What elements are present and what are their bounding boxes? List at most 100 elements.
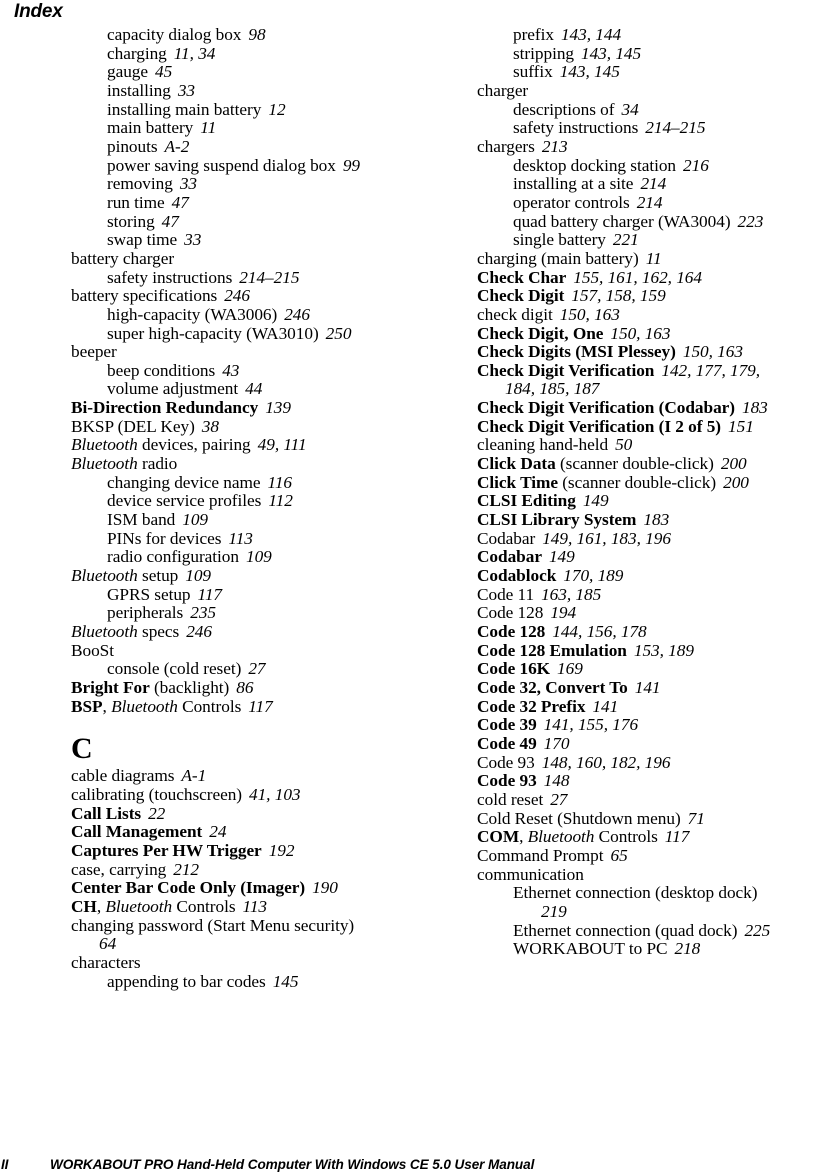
- index-entry[interactable]: swap time 33: [71, 230, 427, 250]
- index-entry[interactable]: cold reset 27: [477, 790, 829, 810]
- index-entry-page-numbers[interactable]: 109: [239, 547, 272, 567]
- index-entry[interactable]: 64: [71, 934, 427, 954]
- index-entry[interactable]: desktop docking station 216: [477, 156, 829, 176]
- index-entry[interactable]: descriptions of 34: [477, 100, 829, 120]
- index-entry[interactable]: Check Digit Verification (I 2 of 5) 151: [477, 417, 829, 437]
- index-entry[interactable]: quad battery charger (WA3004) 223: [477, 212, 829, 232]
- index-entry-page-numbers[interactable]: 200: [714, 454, 747, 473]
- index-entry[interactable]: power saving suspend dialog box 99: [71, 156, 427, 176]
- index-entry[interactable]: Call Lists 22: [71, 804, 427, 824]
- index-entry-page-numbers[interactable]: 112: [261, 491, 293, 511]
- index-entry-page-numbers[interactable]: 117: [658, 827, 690, 846]
- index-entry-page-numbers[interactable]: 214: [633, 174, 666, 193]
- index-entry[interactable]: appending to bar codes 145: [71, 972, 427, 992]
- index-entry[interactable]: super high-capacity (WA3010) 250: [71, 324, 427, 344]
- index-entry-page-numbers[interactable]: 192: [262, 841, 295, 860]
- index-entry-page-numbers[interactable]: 150, 163: [603, 324, 670, 343]
- index-entry[interactable]: Bluetooth specs 246: [71, 622, 427, 642]
- index-entry-page-numbers[interactable]: 246: [277, 305, 310, 324]
- index-entry-page-numbers[interactable]: 150, 163: [676, 342, 743, 361]
- index-entry[interactable]: main battery 11: [71, 118, 427, 138]
- index-entry-page-numbers[interactable]: 223: [731, 212, 764, 231]
- index-entry[interactable]: Code 128 Emulation 153, 189: [477, 641, 829, 661]
- index-entry-page-numbers[interactable]: 148: [537, 771, 570, 790]
- index-entry[interactable]: peripherals 235: [71, 604, 427, 623]
- index-entry-page-numbers[interactable]: 214–215: [638, 118, 705, 137]
- index-entry-page-numbers[interactable]: 183: [735, 398, 768, 417]
- index-entry[interactable]: battery specifications 246: [71, 286, 427, 306]
- index-entry[interactable]: charging 11, 34: [71, 44, 427, 64]
- index-entry[interactable]: beeper: [71, 342, 427, 362]
- index-entry[interactable]: 219: [477, 902, 829, 922]
- index-entry[interactable]: WORKABOUT to PC 218: [477, 939, 829, 959]
- index-entry-page-numbers[interactable]: 98: [241, 25, 265, 44]
- index-entry[interactable]: beep conditions 43: [71, 361, 427, 381]
- index-entry[interactable]: Call Management 24: [71, 822, 427, 842]
- index-entry[interactable]: Code 49 170: [477, 734, 829, 754]
- index-entry[interactable]: Check Digit Verification 142, 177, 179,: [477, 361, 829, 381]
- index-entry[interactable]: capacity dialog box 98: [71, 25, 427, 45]
- index-entry[interactable]: Code 93 148: [477, 771, 829, 791]
- index-entry[interactable]: run time 47: [71, 193, 427, 213]
- index-entry[interactable]: Check Digit Verification (Codabar) 183: [477, 398, 829, 418]
- index-entry-page-numbers[interactable]: 109: [178, 566, 211, 585]
- index-entry[interactable]: cleaning hand-held 50: [477, 436, 829, 455]
- index-entry-page-numbers[interactable]: 169: [550, 659, 583, 678]
- index-entry-page-numbers[interactable]: 221: [606, 230, 639, 249]
- index-entry[interactable]: Codablock 170, 189: [477, 566, 829, 586]
- index-entry[interactable]: Captures Per HW Trigger 192: [71, 841, 427, 861]
- index-entry-page-numbers[interactable]: 86: [229, 678, 253, 697]
- index-entry[interactable]: installing main battery 12: [71, 100, 427, 120]
- index-entry[interactable]: pinouts A-2: [71, 137, 427, 157]
- index-entry-page-numbers[interactable]: 139: [258, 398, 291, 417]
- index-entry[interactable]: changing device name 116: [71, 473, 427, 493]
- index-entry[interactable]: Check Digits (MSI Plessey) 150, 163: [477, 342, 829, 362]
- index-entry[interactable]: Cold Reset (Shutdown menu) 71: [477, 809, 829, 829]
- index-entry[interactable]: radio configuration 109: [71, 548, 427, 567]
- index-entry[interactable]: Bluetooth devices, pairing 49, 111: [71, 436, 427, 455]
- index-entry-page-numbers[interactable]: A-1: [174, 766, 206, 785]
- index-entry[interactable]: battery charger: [71, 249, 427, 269]
- index-entry-page-numbers[interactable]: A-2: [158, 137, 190, 156]
- index-entry-page-numbers[interactable]: 149, 161, 183, 196: [535, 529, 671, 548]
- index-entry-page-numbers[interactable]: 246: [217, 286, 250, 305]
- index-entry[interactable]: communication: [477, 865, 829, 885]
- index-entry[interactable]: cable diagrams A-1: [71, 766, 427, 786]
- index-entry-page-numbers[interactable]: 250: [319, 324, 352, 343]
- index-entry-page-numbers[interactable]: 149: [576, 491, 609, 511]
- index-entry[interactable]: operator controls 214: [477, 193, 829, 213]
- index-entry[interactable]: Bright For (backlight) 86: [71, 678, 427, 698]
- index-entry-page-numbers[interactable]: 65: [604, 846, 628, 865]
- index-entry-page-numbers[interactable]: 246: [179, 622, 212, 641]
- index-entry-page-numbers[interactable]: 34: [614, 100, 638, 119]
- index-entry-page-numbers[interactable]: 38: [195, 417, 219, 436]
- index-entry-page-numbers[interactable]: 47: [165, 193, 189, 212]
- index-entry[interactable]: Code 11 163, 185: [477, 585, 829, 605]
- index-entry-page-numbers[interactable]: 41, 103: [242, 785, 301, 804]
- index-entry[interactable]: Click Time (scanner double-click) 200: [477, 473, 829, 493]
- index-entry-page-numbers[interactable]: 11: [639, 249, 662, 268]
- index-entry-page-numbers[interactable]: 44: [238, 379, 262, 399]
- index-entry[interactable]: suffix 143, 145: [477, 62, 829, 82]
- index-entry[interactable]: removing 33: [71, 174, 427, 194]
- index-entry[interactable]: stripping 143, 145: [477, 44, 829, 64]
- index-entry[interactable]: safety instructions 214–215: [71, 268, 427, 288]
- index-entry[interactable]: Code 16K 169: [477, 659, 829, 679]
- index-entry-page-numbers[interactable]: 148, 160, 182, 196: [535, 753, 671, 772]
- index-entry[interactable]: BooSt: [71, 641, 427, 661]
- index-entry-page-numbers[interactable]: 22: [141, 804, 165, 823]
- index-entry-page-numbers[interactable]: 116: [261, 473, 293, 492]
- index-entry[interactable]: ISM band 109: [71, 510, 427, 530]
- index-entry-page-numbers[interactable]: 183: [636, 510, 669, 529]
- index-entry[interactable]: charger: [477, 81, 829, 101]
- index-entry-page-numbers[interactable]: 141: [585, 697, 618, 716]
- index-entry-page-numbers[interactable]: 71: [681, 809, 705, 828]
- index-entry-page-numbers[interactable]: 200: [716, 473, 749, 492]
- index-entry-page-numbers[interactable]: 11: [193, 118, 216, 137]
- index-entry[interactable]: chargers 213: [477, 137, 829, 157]
- index-entry[interactable]: CH, Bluetooth Controls 113: [71, 897, 427, 917]
- index-entry-page-numbers[interactable]: 153, 189: [627, 641, 694, 660]
- index-entry-page-numbers[interactable]: 141, 155, 176: [537, 715, 638, 734]
- index-entry-page-numbers[interactable]: 47: [155, 212, 179, 231]
- index-entry-page-numbers[interactable]: 43: [215, 361, 239, 380]
